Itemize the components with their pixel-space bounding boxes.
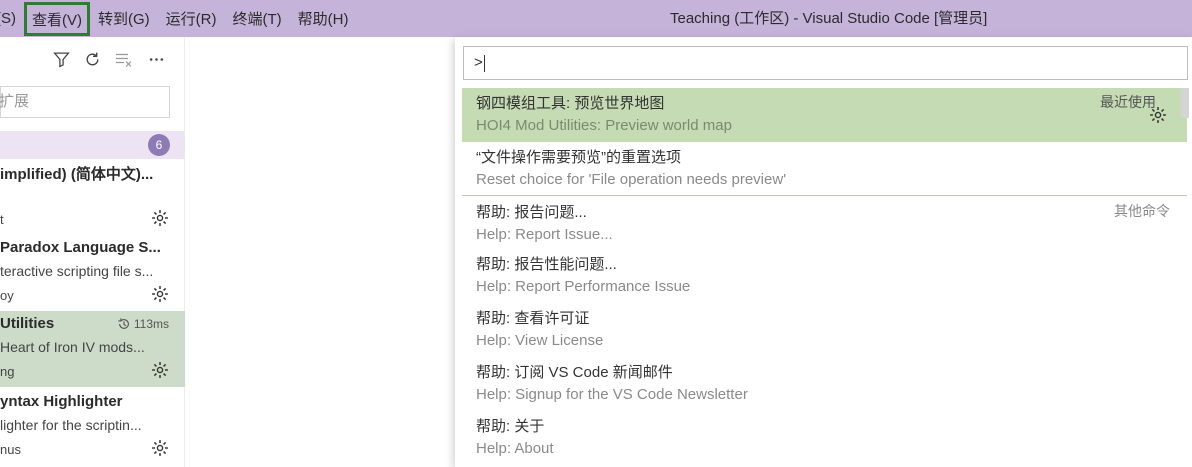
clear-list-icon[interactable] [113,45,135,73]
command-label: 帮助: 报告性能问题... [476,256,617,273]
extension-item-selected[interactable]: Utilities 113ms Heart of Iron IV mods...… [0,311,185,387]
command-label: 帮助: 报告问题... [476,204,587,221]
command-detail: Help: Signup for the VS Code Newsletter [476,386,748,403]
extension-publisher: oy [0,288,14,303]
gear-icon[interactable] [151,361,169,379]
command-palette: > 钢四模组工具: 预览世界地图 HOI4 Mod Utilities: Pre… [455,37,1192,467]
extension-description: teractive scripting file s... [0,263,154,279]
gear-icon[interactable] [151,285,169,303]
command-detail: Help: View License [476,332,604,349]
command-label: 帮助: 关于 [476,418,545,435]
extension-item[interactable]: yntax Highlighter lighter for the script… [0,389,185,465]
menu-help[interactable]: 帮助(H) [290,0,357,37]
command-label: 钢四模组工具: 预览世界地图 [476,95,665,112]
extension-item[interactable]: Paradox Language S... teractive scriptin… [0,235,185,311]
extension-name: yntax Highlighter [0,393,123,410]
command-detail: Help: About [476,440,554,457]
menu-terminal[interactable]: 终端(T) [225,0,290,37]
command-item[interactable]: 帮助: 查看许可证 Help: View License [462,303,1187,357]
extension-item[interactable]: implified) (简体中文)... t [0,159,185,235]
extension-description: Heart of Iron IV mods... [0,339,145,355]
gear-icon[interactable] [151,439,169,457]
command-detail: Help: Report Issue... [476,226,613,243]
menu-go[interactable]: 转到(G) [90,0,158,37]
gear-icon[interactable] [1149,106,1167,124]
command-label: 帮助: 订阅 VS Code 新闻邮件 [476,364,673,381]
extension-publisher: ng [0,364,15,379]
extension-description: lighter for the scriptin... [0,417,142,433]
title-bar: (S) 查看(V) 转到(G) 运行(R) 终端(T) 帮助(H) Teachi… [0,0,1192,37]
command-list-scrollbar[interactable] [1181,88,1189,118]
command-detail: HOI4 Mod Utilities: Preview world map [476,117,732,134]
gear-icon[interactable] [151,209,169,227]
extension-publisher: t [0,212,4,227]
extension-name: Utilities [0,315,55,332]
filter-icon[interactable] [50,45,72,73]
command-list: 钢四模组工具: 预览世界地图 HOI4 Mod Utilities: Previ… [462,88,1187,467]
sidebar-toolbar [0,45,185,73]
command-item[interactable]: “文件操作需要预览”的重置选项 Reset choice for 'File o… [462,142,1187,196]
command-label: “文件操作需要预览”的重置选项 [476,149,681,166]
menu-view[interactable]: 查看(V) [24,2,90,36]
activation-time-value: 113ms [133,317,169,331]
command-item[interactable]: 帮助: 报告性能问题... Help: Report Performance I… [462,249,1187,303]
command-detail: Reset choice for 'File operation needs p… [476,171,787,188]
installed-section-header[interactable]: 6 [0,131,185,159]
count-badge: 6 [148,134,170,156]
command-group-label: 其他命令 [1114,203,1170,219]
command-detail: Help: Report Performance Issue [476,278,691,295]
window-title: Teaching (工作区) - Visual Studio Code [管理员… [670,10,988,27]
search-placeholder: 扩展 [0,93,30,110]
extension-name: Paradox Language S... [0,239,161,256]
extensions-sidebar: 扩展 6 implified) (简体中文)... t Paradox Lang… [0,37,185,467]
menu-selection[interactable]: (S) [0,0,24,37]
menu-bar: (S) 查看(V) 转到(G) 运行(R) 终端(T) 帮助(H) [0,0,356,37]
history-icon [118,318,129,329]
command-item-selected[interactable]: 钢四模组工具: 预览世界地图 HOI4 Mod Utilities: Previ… [462,88,1187,142]
command-label: 帮助: 查看许可证 [476,310,590,327]
command-group-label: 最近使用 [1100,94,1156,110]
extension-publisher: nus [0,442,21,457]
activation-time: 113ms [117,317,169,331]
command-item[interactable]: 帮助: 报告问题... Help: Report Issue... 其他命令 [462,197,1187,251]
extension-search-input[interactable]: 扩展 [0,86,170,118]
command-input[interactable]: > [463,46,1188,80]
menu-run[interactable]: 运行(R) [158,0,225,37]
extension-name: implified) (简体中文)... [0,166,154,183]
command-item[interactable]: 帮助: 订阅 VS Code 新闻邮件 Help: Signup for the… [462,357,1187,411]
more-icon[interactable] [145,45,167,73]
refresh-icon[interactable] [81,45,103,73]
command-item[interactable]: 帮助: 关于 Help: About [462,411,1187,465]
